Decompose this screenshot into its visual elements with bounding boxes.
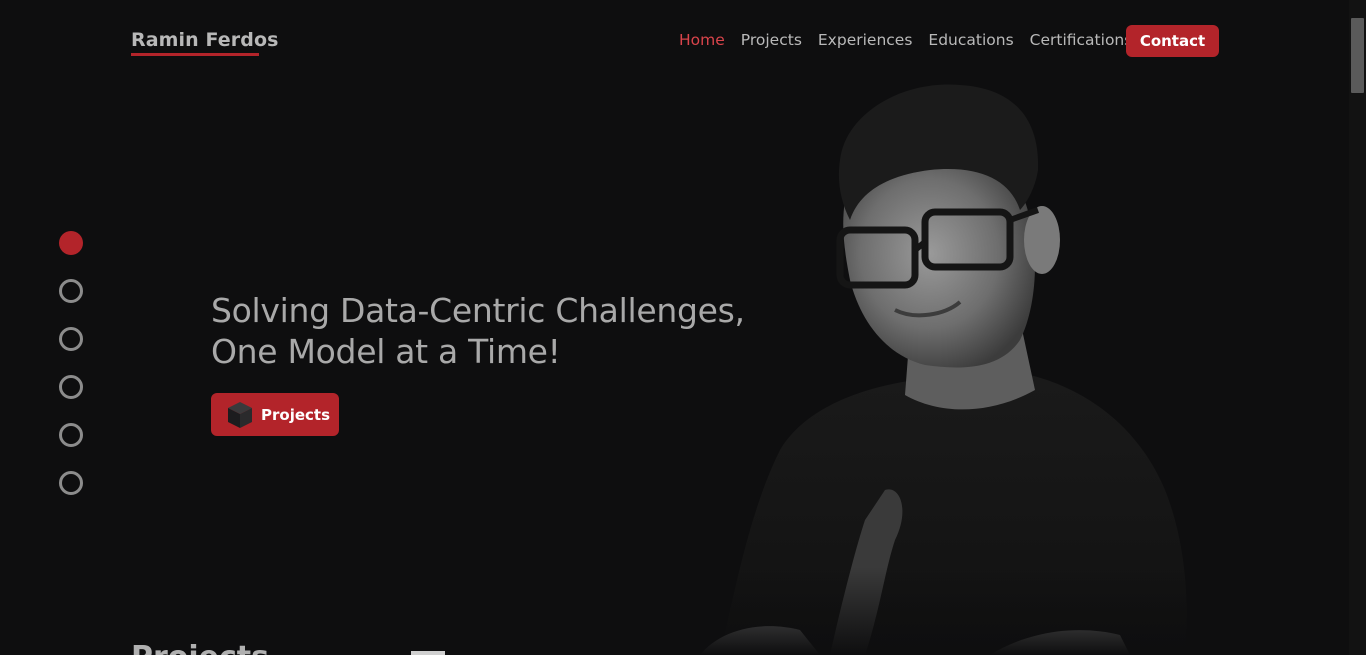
next-section-underline xyxy=(411,651,445,655)
hero-title: Solving Data-Centric Challenges, One Mod… xyxy=(211,290,745,372)
projects-button[interactable]: Projects xyxy=(211,393,339,436)
nav-projects[interactable]: Projects xyxy=(741,31,802,49)
section-dot-6[interactable] xyxy=(59,471,83,495)
cube-icon xyxy=(227,401,253,429)
scrollbar-thumb[interactable] xyxy=(1351,18,1364,93)
contact-button[interactable]: Contact xyxy=(1126,25,1219,57)
section-dot-3[interactable] xyxy=(59,327,83,351)
nav-certifications[interactable]: Certifications xyxy=(1030,31,1133,49)
hero-title-line-2: One Model at a Time! xyxy=(211,332,561,371)
next-section-title: Projects xyxy=(131,643,269,655)
nav-experiences[interactable]: Experiences xyxy=(818,31,913,49)
page: Ramin Ferdos Home Projects Experiences E… xyxy=(0,0,1366,655)
nav-home[interactable]: Home xyxy=(679,31,725,49)
section-dot-5[interactable] xyxy=(59,423,83,447)
profile-photo xyxy=(690,70,1200,655)
section-dot-2[interactable] xyxy=(59,279,83,303)
section-dot-1[interactable] xyxy=(59,231,83,255)
brand-underline xyxy=(131,53,259,56)
nav-educations[interactable]: Educations xyxy=(928,31,1013,49)
hero-title-line-1: Solving Data-Centric Challenges, xyxy=(211,291,745,330)
scrollbar[interactable] xyxy=(1349,0,1366,655)
brand-logo[interactable]: Ramin Ferdos xyxy=(131,29,279,51)
main-nav: Home Projects Experiences Educations Cer… xyxy=(679,31,1132,49)
section-dot-4[interactable] xyxy=(59,375,83,399)
projects-button-label: Projects xyxy=(261,405,331,424)
